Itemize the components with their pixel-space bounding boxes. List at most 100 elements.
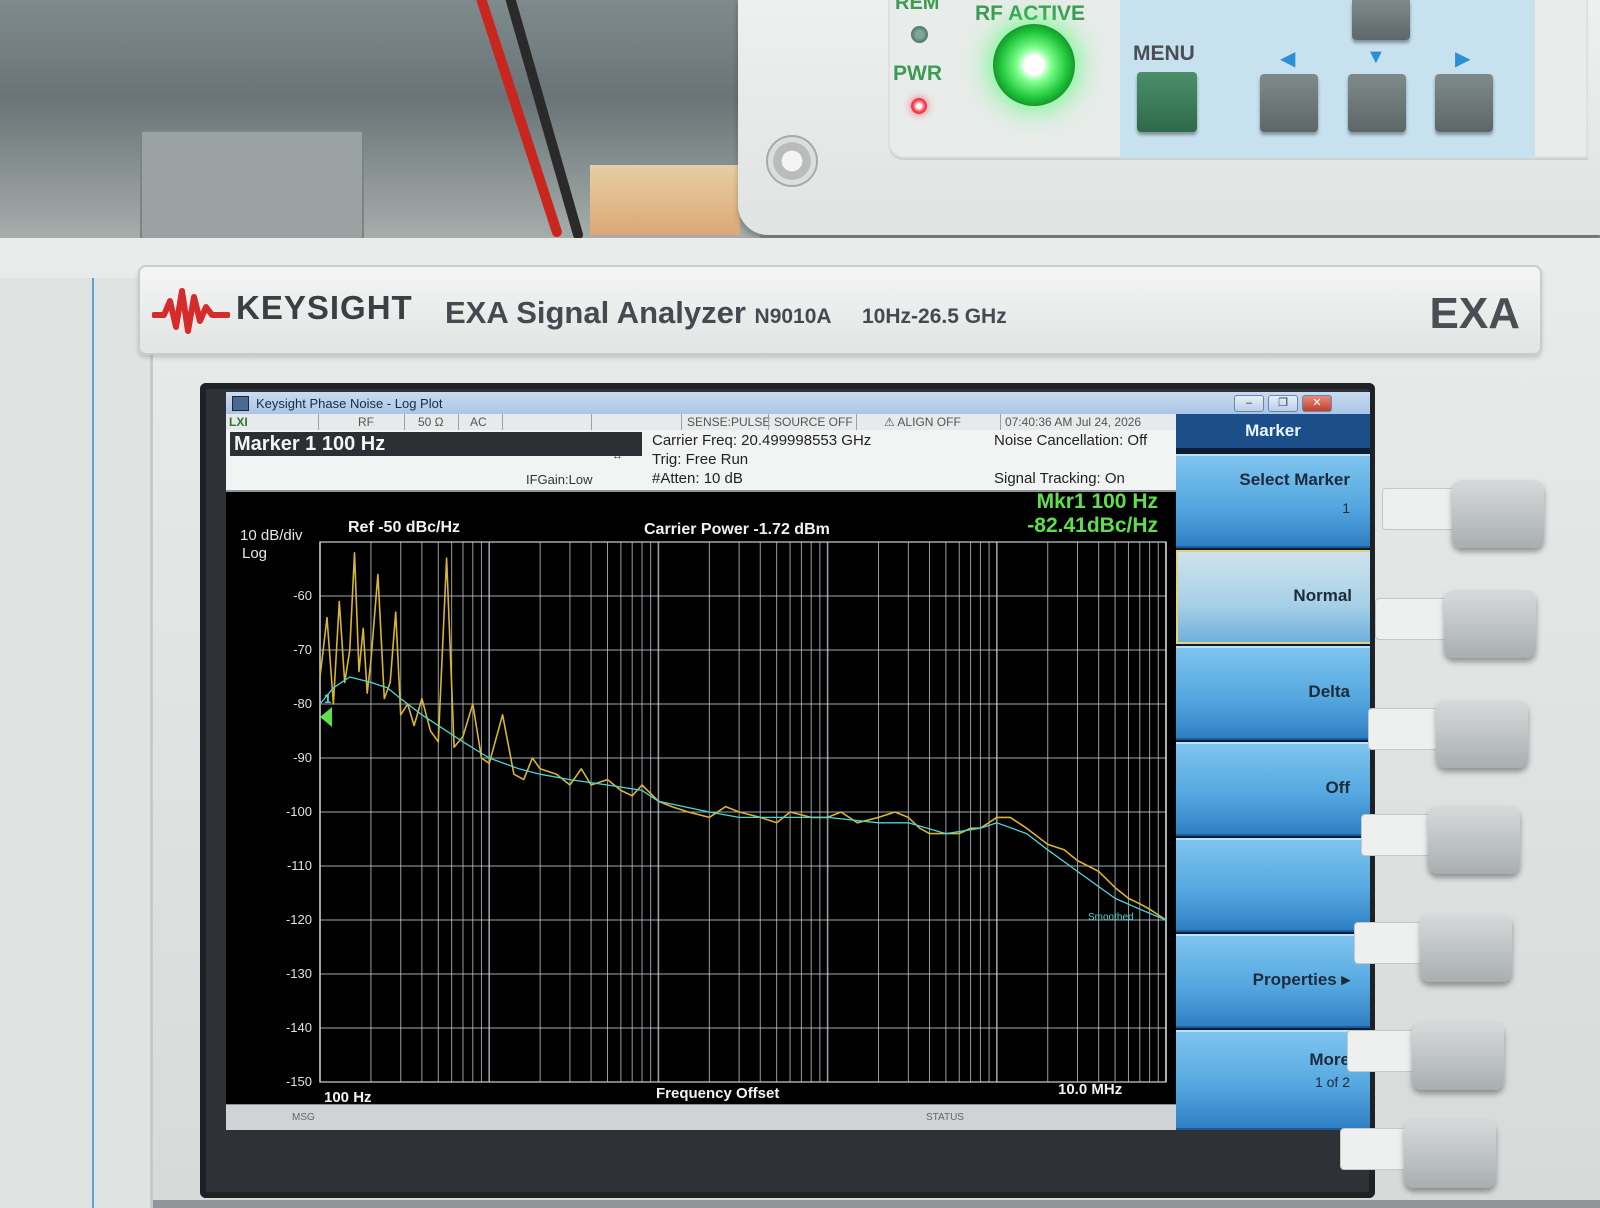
noise-cancellation: Noise Cancellation: Off xyxy=(994,432,1148,449)
if-gain-status: IFGain:Low xyxy=(526,472,593,487)
scale-type-label: Log xyxy=(242,545,267,562)
hw-softkey-5[interactable] xyxy=(1420,914,1512,982)
y-tick-label: -140 xyxy=(286,1020,312,1035)
active-marker-text: Marker 1 100 Hz xyxy=(234,433,386,455)
trigger-mode: Trig: Free Run xyxy=(652,451,749,468)
status-separator xyxy=(856,414,857,430)
chart-marker: 1 xyxy=(320,691,332,728)
left-key[interactable] xyxy=(1260,74,1318,132)
rf-active-label: RF ACTIVE xyxy=(975,2,1086,25)
right-key[interactable] xyxy=(1435,74,1493,132)
model-number: N9010A xyxy=(754,305,832,328)
softkey-label: Properties ▸ xyxy=(1252,970,1350,989)
minimize-button[interactable]: – xyxy=(1234,395,1264,412)
window-titlebar: Keysight Phase Noise - Log Plot – ❐ ✕ xyxy=(226,392,1370,414)
product-title: EXA Signal Analyzer xyxy=(445,295,746,330)
message-bar: MSG STATUS xyxy=(226,1104,1176,1130)
softkey-menu-title: Marker xyxy=(1176,414,1370,448)
softkey-properties[interactable]: Properties ▸ xyxy=(1176,934,1370,1028)
restore-button[interactable]: ❐ xyxy=(1268,395,1298,412)
side-trim xyxy=(0,278,94,1208)
softkey-label: Delta xyxy=(1308,682,1350,701)
down-key[interactable] xyxy=(1348,74,1406,132)
background-lab xyxy=(0,0,760,245)
product-name: EXA Signal Analyzer N9010A xyxy=(445,295,832,331)
y-tick-label: -130 xyxy=(286,966,312,981)
chart-grid xyxy=(319,541,1167,1083)
chart-svg: -60 -70 -80 -90 -100 -110 -120 -130 -140 -150 1 1… xyxy=(240,490,1167,1106)
y-tick-label: -90 xyxy=(293,750,312,765)
hw-softkey-3[interactable] xyxy=(1436,700,1528,768)
softkey-label: Normal xyxy=(1293,586,1352,605)
rem-led xyxy=(911,26,928,43)
hw-softkey-1[interactable] xyxy=(1452,480,1544,548)
status-separator xyxy=(681,414,682,430)
y-tick-label: -80 xyxy=(293,696,312,711)
softkey-select-marker[interactable]: Select Marker 1 xyxy=(1176,454,1370,548)
scale-label: 10 dB/div xyxy=(240,527,303,544)
raw-trace-line xyxy=(319,551,1167,921)
signal-tracking: Signal Tracking: On xyxy=(994,470,1125,487)
up-key[interactable] xyxy=(1352,0,1410,40)
phase-noise-plot: -60 -70 -80 -90 -100 -110 -120 -130 -140 -150 1 1… xyxy=(226,490,1176,1106)
y-tick-labels: -60 -70 -80 -90 -100 -110 -120 -130 -140 -150 xyxy=(286,588,312,1089)
softkey-normal[interactable]: Normal xyxy=(1176,550,1370,644)
hw-softkey-6[interactable] xyxy=(1412,1022,1504,1090)
close-button[interactable]: ✕ xyxy=(1302,395,1332,412)
status-separator xyxy=(768,414,769,430)
left-side-panel xyxy=(0,278,153,1208)
attenuation: #Atten: 10 dB xyxy=(652,470,743,487)
status-source: SOURCE OFF xyxy=(774,415,853,429)
marker-frequency-readout: Mkr1 100 Hz xyxy=(1037,492,1158,513)
status-input: RF xyxy=(358,415,374,429)
smoothed-trace-line xyxy=(319,676,1167,921)
carrier-power-label: Carrier Power -1.72 dBm xyxy=(644,521,830,538)
right-arrow-icon: ▶ xyxy=(1455,48,1471,70)
softkey-panel: Marker Select Marker 1 Normal Delta Off … xyxy=(1176,414,1370,1130)
pwr-label: PWR xyxy=(893,62,942,85)
hw-softkey-7[interactable] xyxy=(1404,1120,1496,1188)
analyzer-screen: Keysight Phase Noise - Log Plot – ❐ ✕ LX… xyxy=(226,392,1370,1130)
y-tick-label: -70 xyxy=(293,642,312,657)
rf-active-led[interactable] xyxy=(993,24,1075,106)
softkey-off[interactable]: Off xyxy=(1176,742,1370,836)
softkey-value: 1 of 2 xyxy=(1314,1074,1350,1090)
menu-key[interactable] xyxy=(1137,72,1197,132)
lxi-badge: LXI xyxy=(229,415,248,429)
reference-level-label: Ref -50 dBc/Hz xyxy=(348,519,460,536)
status-label: STATUS xyxy=(926,1112,964,1123)
left-arrow-icon: ◀ xyxy=(1280,48,1296,70)
status-impedance: 50 Ω xyxy=(418,415,444,429)
active-marker-box[interactable]: Marker 1 100 Hz xyxy=(230,432,642,456)
status-separator xyxy=(1000,414,1001,430)
marker-amplitude-readout: -82.41dBc/Hz xyxy=(1027,514,1158,537)
pwr-led xyxy=(911,98,927,114)
softkey-value: 1 xyxy=(1342,500,1350,516)
y-tick-label: -120 xyxy=(286,912,312,927)
status-timestamp: 07:40:36 AM Jul 24, 2026 xyxy=(1005,415,1142,429)
y-tick-label: -110 xyxy=(287,858,312,873)
marker-1-label: 1 xyxy=(324,691,331,706)
softkey-more[interactable]: More 1 of 2 xyxy=(1176,1030,1370,1130)
smoothed-trace-label: Smoothed xyxy=(1088,912,1134,923)
y-tick-label: -100 xyxy=(286,804,312,819)
status-sense: SENSE:PULSE xyxy=(687,415,771,429)
window-title: Keysight Phase Noise - Log Plot xyxy=(256,396,443,411)
status-separator xyxy=(502,414,503,430)
softkey-delta[interactable]: Delta xyxy=(1176,646,1370,740)
brand-bar: KEYSIGHT EXA Signal Analyzer N9010A 10Hz… xyxy=(138,265,1542,355)
series-badge: EXA xyxy=(1429,289,1520,338)
carrier-frequency: Carrier Freq: 20.499998553 GHz xyxy=(652,432,872,449)
x-stop-label: 10.0 MHz xyxy=(1058,1081,1122,1098)
hw-softkey-4[interactable] xyxy=(1428,806,1520,874)
background-rack xyxy=(140,130,364,244)
panel-screw xyxy=(766,135,818,187)
status-align: ⚠ ALIGN OFF xyxy=(884,415,961,429)
y-tick-label: -60 xyxy=(293,588,312,603)
softkey-label: Off xyxy=(1325,778,1350,797)
menu-label: MENU xyxy=(1133,42,1195,65)
softkey-blank[interactable] xyxy=(1176,838,1370,932)
hw-softkey-2[interactable] xyxy=(1444,590,1536,658)
y-tick-label: -150 xyxy=(286,1074,312,1089)
softkey-label: Select Marker xyxy=(1239,470,1350,489)
